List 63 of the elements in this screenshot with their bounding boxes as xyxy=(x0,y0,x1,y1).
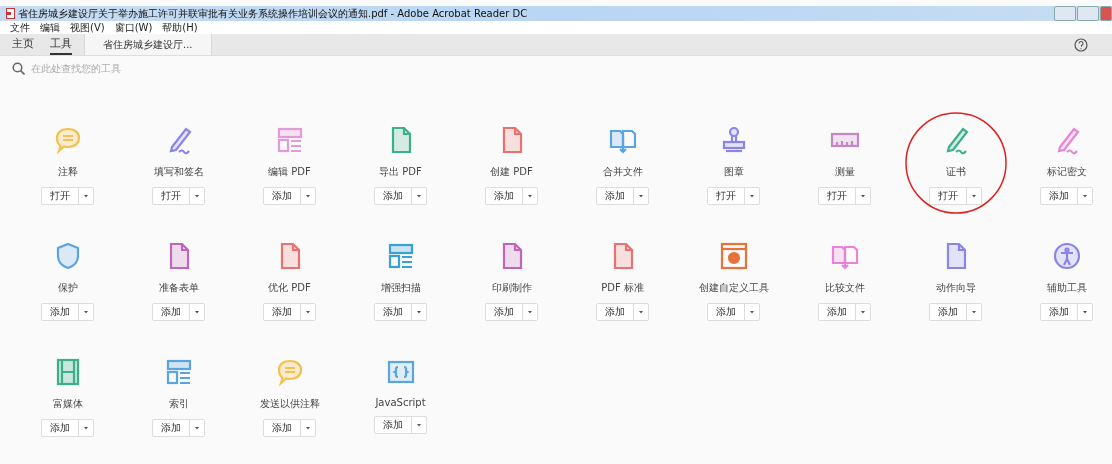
tool-name: 辅助工具 xyxy=(1046,281,1087,295)
tool-name: 标记密文 xyxy=(1046,165,1087,179)
tool-name: 增强扫描 xyxy=(380,281,421,295)
tool-action-button[interactable]: 添加 xyxy=(263,187,316,205)
tool-action-button[interactable]: 添加 xyxy=(263,303,316,321)
menu-item[interactable]: 文件 xyxy=(10,20,30,35)
tool-action-button[interactable]: 添加 xyxy=(152,419,205,437)
tool-action-button[interactable]: 打开 xyxy=(152,187,205,205)
tab[interactable]: 主页 xyxy=(12,34,34,55)
tool-action-button[interactable]: 添加 xyxy=(152,303,205,321)
restore-button[interactable] xyxy=(1077,6,1099,21)
tool-action-button[interactable]: 添加 xyxy=(707,303,760,321)
tool-action-button[interactable]: 添加 xyxy=(929,303,982,321)
tool-name: 编辑 PDF xyxy=(268,165,311,179)
tool-name: PDF 标准 xyxy=(601,281,644,295)
close-button[interactable] xyxy=(1100,6,1112,21)
window-title: 省住房城乡建设厅关于举办施工许可并联审批有关业务系统操作培训会议的通知.pdf - Adobe Acrobat Reader DC xyxy=(18,6,528,21)
tool-name: 证书 xyxy=(945,165,966,179)
tool-action-button[interactable]: 打开 xyxy=(41,187,94,205)
tool-action-button[interactable]: 添加 xyxy=(374,303,427,321)
tool-name: JavaScript xyxy=(375,397,426,408)
tool-name: 创建自定义工具 xyxy=(698,281,769,295)
help-icon[interactable] xyxy=(1074,37,1088,52)
tool-name: 印刷制作 xyxy=(491,281,532,295)
tool-name: 索引 xyxy=(168,397,189,411)
menu-item[interactable]: 编辑 xyxy=(40,20,60,35)
document-tab[interactable]: 省住房城乡建设厅... xyxy=(84,34,212,55)
tool-action-button[interactable]: 打开 xyxy=(707,187,760,205)
tool-name: 注释 xyxy=(57,165,78,179)
tool-action-button[interactable]: 添加 xyxy=(596,187,649,205)
tool-name: 创建 PDF xyxy=(490,165,533,179)
menu-item[interactable]: 视图(V) xyxy=(70,20,105,35)
tool-action-button[interactable]: 添加 xyxy=(374,187,427,205)
tool-action-button[interactable]: 打开 xyxy=(929,187,982,205)
tool-action-button[interactable]: 添加 xyxy=(41,419,94,437)
tool-name: 图章 xyxy=(723,165,744,179)
tool-name: 合并文件 xyxy=(602,165,643,179)
tool-action-button[interactable]: 添加 xyxy=(1040,187,1093,205)
menu-item[interactable]: 帮助(H) xyxy=(162,20,198,35)
tool-action-button[interactable]: 添加 xyxy=(485,187,538,205)
tool-action-button[interactable]: 添加 xyxy=(1040,303,1093,321)
minimize-button[interactable] xyxy=(1054,6,1076,21)
tool-name: 填写和签名 xyxy=(153,165,204,179)
search-field[interactable]: 在此处查找您的工具 xyxy=(31,63,231,74)
tool-name: 准备表单 xyxy=(158,281,199,295)
tool-name: 富媒体 xyxy=(52,397,83,411)
tool-action-button[interactable]: 添加 xyxy=(263,419,316,437)
tool-action-button[interactable]: 打开 xyxy=(818,187,871,205)
tool-name: 保护 xyxy=(57,281,78,295)
tool-action-button[interactable]: 添加 xyxy=(374,416,427,434)
tool-action-button[interactable]: 添加 xyxy=(485,303,538,321)
tool-action-button[interactable]: 添加 xyxy=(596,303,649,321)
menu-item[interactable]: 窗口(W) xyxy=(114,20,153,35)
tool-name: 发送以供注释 xyxy=(259,397,320,411)
tool-name: 导出 PDF xyxy=(379,165,422,179)
tool-name: 测量 xyxy=(834,165,855,179)
pdf-file-icon xyxy=(6,8,15,19)
tool-name: 优化 PDF xyxy=(268,281,311,295)
tool-name: 动作向导 xyxy=(935,281,976,295)
search-icon xyxy=(12,62,25,75)
tool-name: 比较文件 xyxy=(824,281,865,295)
tool-action-button[interactable]: 添加 xyxy=(818,303,871,321)
tool-action-button[interactable]: 添加 xyxy=(41,303,94,321)
